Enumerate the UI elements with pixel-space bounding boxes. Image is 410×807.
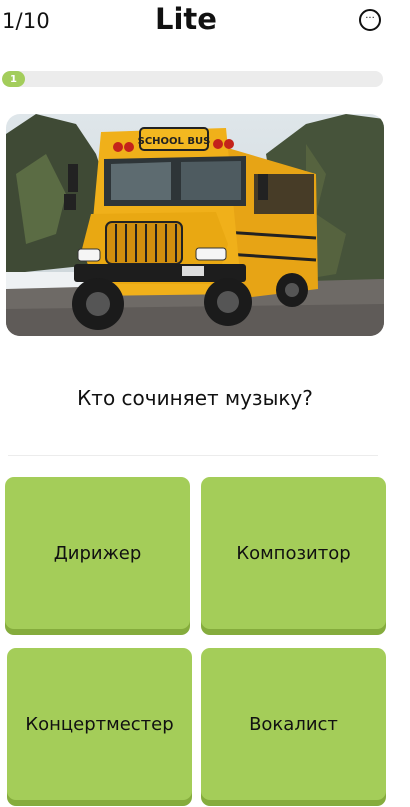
answer-button-3[interactable]: Концертместер	[7, 648, 192, 800]
answer-button-2[interactable]: Композитор	[201, 477, 386, 629]
divider	[8, 455, 378, 456]
answer-button-4[interactable]: Вокалист	[201, 648, 386, 800]
more-horizontal-icon: ···	[365, 12, 375, 24]
progress-number: 1	[9, 73, 17, 85]
answer-button-1[interactable]: Дирижер	[5, 477, 190, 629]
question-image: SCHOOL BUS	[6, 114, 384, 336]
progress-fill: 1	[2, 71, 25, 87]
progress-bar: 1	[2, 71, 383, 87]
more-options-button[interactable]: ···	[359, 9, 381, 31]
question-text: Кто сочиняет музыку?	[77, 386, 313, 410]
bus-sign-text: SCHOOL BUS	[138, 136, 211, 147]
app-title: Lite	[155, 2, 217, 36]
